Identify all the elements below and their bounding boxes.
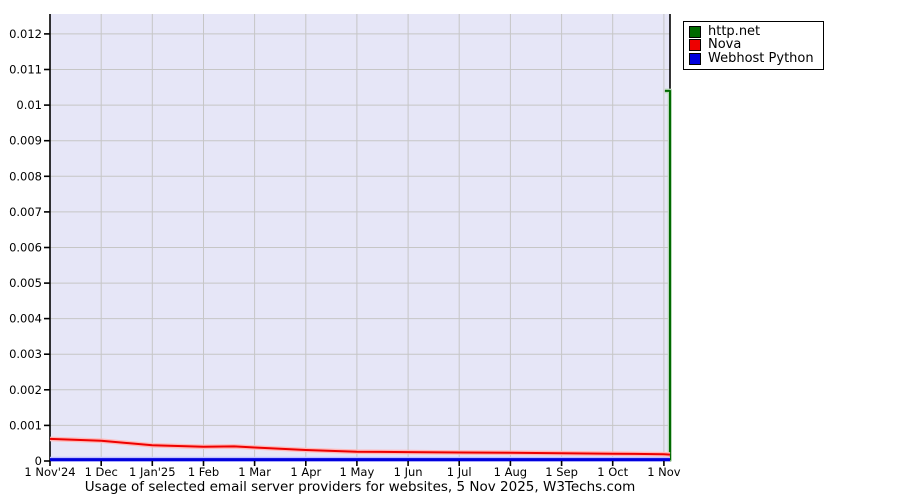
x-tick-label: 1 Aug — [494, 465, 527, 479]
x-tick-label: 1 Feb — [188, 465, 219, 479]
x-tick-label: 1 Apr — [290, 465, 321, 479]
legend-item-nova: Nova — [689, 37, 814, 53]
legend-label-http-net: http.net — [708, 24, 761, 39]
y-tick-label: 0.007 — [9, 205, 42, 219]
y-tick-label: 0.011 — [9, 63, 42, 77]
legend-label-webhost-python: Webhost Python — [708, 50, 814, 66]
plot-area — [50, 14, 670, 461]
x-tick-label: 1 Jan'25 — [129, 465, 176, 479]
x-tick-label: 1 Dec — [85, 465, 118, 479]
legend-item-webhost-python: Webhost Python — [689, 50, 814, 66]
x-tick-label: 1 Mar — [238, 465, 271, 479]
chart-legend: http.net Nova Webhost Python — [683, 21, 824, 71]
y-tick-label: 0.003 — [9, 347, 42, 361]
y-tick-label: 0.01 — [16, 98, 42, 112]
y-tick-label: 0.012 — [9, 27, 42, 41]
y-tick-label: 0.001 — [9, 418, 42, 432]
x-tick-label: 1 Nov — [647, 465, 681, 479]
y-tick-label: 0.006 — [9, 241, 42, 255]
chart-canvas: 00.0010.0020.0030.0040.0050.0060.0070.00… — [9, 14, 681, 479]
legend-swatch-http-net — [689, 25, 701, 38]
y-tick-label: 0.002 — [9, 383, 42, 397]
y-tick-label: 0.005 — [9, 276, 42, 290]
legend-item-http-net: http.net — [689, 25, 814, 38]
x-tick-label: 1 Jul — [447, 465, 472, 479]
x-tick-label: 1 Jun — [394, 465, 423, 479]
legend-label-nova: Nova — [708, 37, 742, 53]
y-tick-label: 0.008 — [9, 169, 42, 183]
x-tick-label: 1 Sep — [545, 465, 578, 479]
legend-swatch-nova — [689, 39, 701, 52]
x-tick-label: 1 May — [340, 465, 375, 479]
y-tick-label: 0.004 — [9, 312, 42, 326]
legend-swatch-webhost-python — [689, 52, 701, 65]
x-tick-label: 1 Nov'24 — [24, 465, 75, 479]
chart-caption: Usage of selected email server providers… — [84, 479, 636, 495]
y-tick-label: 0.009 — [9, 134, 42, 148]
usage-trend-chart: 0 0.001 0.002 0.003 0.004 0.005 0.006 0.007 0.00… — [0, 0, 900, 500]
x-tick-label: 1 Oct — [597, 465, 628, 479]
